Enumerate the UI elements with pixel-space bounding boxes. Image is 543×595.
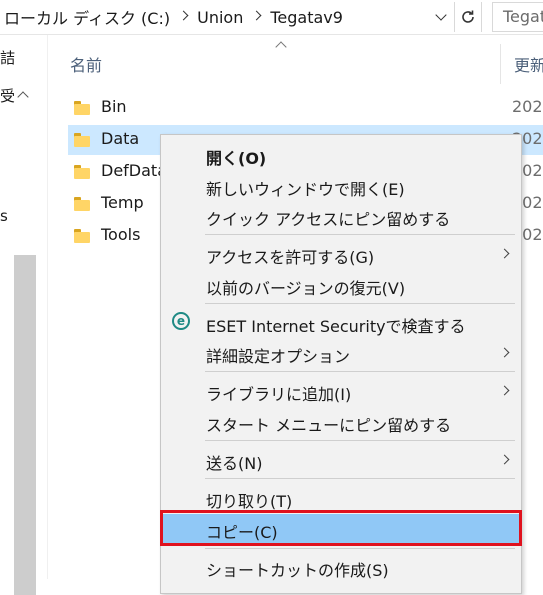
- file-name: Temp: [101, 193, 144, 212]
- menu-item-label: 新しいウィンドウで開く(E): [206, 180, 405, 199]
- menu-separator: [205, 234, 515, 235]
- menu-item-label: 送る(N): [206, 454, 263, 473]
- scroll-up-arrow-icon[interactable]: [16, 87, 30, 101]
- chevron-right-icon[interactable]: [247, 9, 266, 25]
- folder-icon: [74, 133, 90, 147]
- menu-item-label: 以前のバージョンの復元(V): [206, 279, 406, 298]
- crumb-union[interactable]: Union: [193, 8, 247, 27]
- menu-item-open[interactable]: 開く(O): [163, 140, 519, 170]
- chevron-down-icon[interactable]: [428, 3, 454, 31]
- menu-item-label: クイック アクセスにピン留めする: [206, 210, 451, 229]
- menu-item-cut[interactable]: 切り取り(T): [163, 483, 519, 513]
- menu-item-label: ライブラリに追加(I): [206, 385, 352, 404]
- pane-divider: [47, 35, 48, 579]
- menu-separator: [205, 371, 515, 372]
- file-name: Tools: [101, 225, 141, 244]
- refresh-button[interactable]: [454, 2, 482, 32]
- menu-item-pin-quick-access[interactable]: クイック アクセスにピン留めする: [163, 201, 519, 231]
- menu-item-add-to-library[interactable]: ライブラリに追加(I): [163, 376, 519, 406]
- menu-item-label: コピー(C): [206, 523, 278, 542]
- menu-item-eset-scan[interactable]: e ESET Internet Securityで検査する: [163, 308, 519, 338]
- column-header-name[interactable]: 名前: [70, 52, 102, 76]
- menu-item-label: ESET Internet Securityで検査する: [206, 317, 466, 336]
- file-name: DefData: [101, 161, 167, 180]
- chevron-right-icon: [499, 347, 510, 358]
- menu-item-label: 切り取り(T): [206, 492, 293, 511]
- column-header-date[interactable]: 更新: [514, 52, 543, 76]
- nav-item-text[interactable]: s: [0, 207, 8, 225]
- folder-icon: [74, 229, 90, 243]
- menu-item-copy[interactable]: コピー(C): [163, 514, 519, 544]
- menu-item-label: 開く(O): [206, 149, 267, 168]
- chevron-right-icon: [499, 454, 510, 465]
- context-menu: 開く(O) 新しいウィンドウで開く(E) クイック アクセスにピン留めする アク…: [160, 134, 522, 594]
- menu-item-label: 詳細設定オプション: [206, 347, 351, 366]
- crumb-local-disk[interactable]: ローカル ディスク (C:): [0, 5, 174, 29]
- menu-separator: [205, 548, 515, 549]
- menu-item-label: スタート メニューにピン留めする: [206, 416, 452, 435]
- menu-item-label: アクセスを許可する(G): [206, 248, 375, 267]
- navigation-pane: 詰 受 s: [0, 35, 50, 595]
- menu-item-advanced-options[interactable]: 詳細設定オプション: [163, 338, 519, 368]
- menu-item-pin-start[interactable]: スタート メニューにピン留めする: [163, 407, 519, 437]
- refresh-icon: [462, 10, 474, 23]
- menu-item-restore-previous[interactable]: 以前のバージョンの復元(V): [163, 270, 519, 300]
- menu-separator: [205, 478, 515, 479]
- folder-icon: [74, 165, 90, 179]
- scrollbar-thumb[interactable]: [14, 255, 36, 595]
- menu-separator: [205, 440, 515, 441]
- eset-icon: e: [172, 312, 190, 330]
- sort-ascending-icon: [275, 40, 287, 50]
- file-row[interactable]: Bin 2024: [68, 93, 543, 123]
- file-name: Data: [101, 129, 140, 148]
- chevron-right-icon: [499, 248, 510, 259]
- menu-item-create-shortcut[interactable]: ショートカットの作成(S): [163, 552, 519, 582]
- chevron-right-icon[interactable]: [174, 9, 193, 25]
- folder-icon: [74, 101, 90, 115]
- search-input[interactable]: Tegat: [492, 2, 543, 32]
- nav-item-text[interactable]: 受: [0, 85, 15, 106]
- menu-item-send-to[interactable]: 送る(N): [163, 445, 519, 475]
- folder-icon: [74, 197, 90, 211]
- menu-separator: [205, 303, 515, 304]
- column-divider[interactable]: [500, 44, 501, 84]
- menu-item-label: ショートカットの作成(S): [206, 561, 389, 580]
- file-name: Bin: [101, 97, 127, 116]
- nav-item-text[interactable]: 詰: [0, 47, 15, 68]
- crumb-tegatav9[interactable]: Tegatav9: [266, 8, 347, 27]
- file-date: 2024: [512, 97, 543, 116]
- address-bar: ローカル ディスク (C:) Union Tegatav9 Tegat: [0, 0, 543, 35]
- menu-item-give-access[interactable]: アクセスを許可する(G): [163, 239, 519, 269]
- chevron-right-icon: [499, 385, 510, 396]
- breadcrumb: ローカル ディスク (C:) Union Tegatav9: [0, 0, 430, 34]
- menu-item-open-new-window[interactable]: 新しいウィンドウで開く(E): [163, 171, 519, 201]
